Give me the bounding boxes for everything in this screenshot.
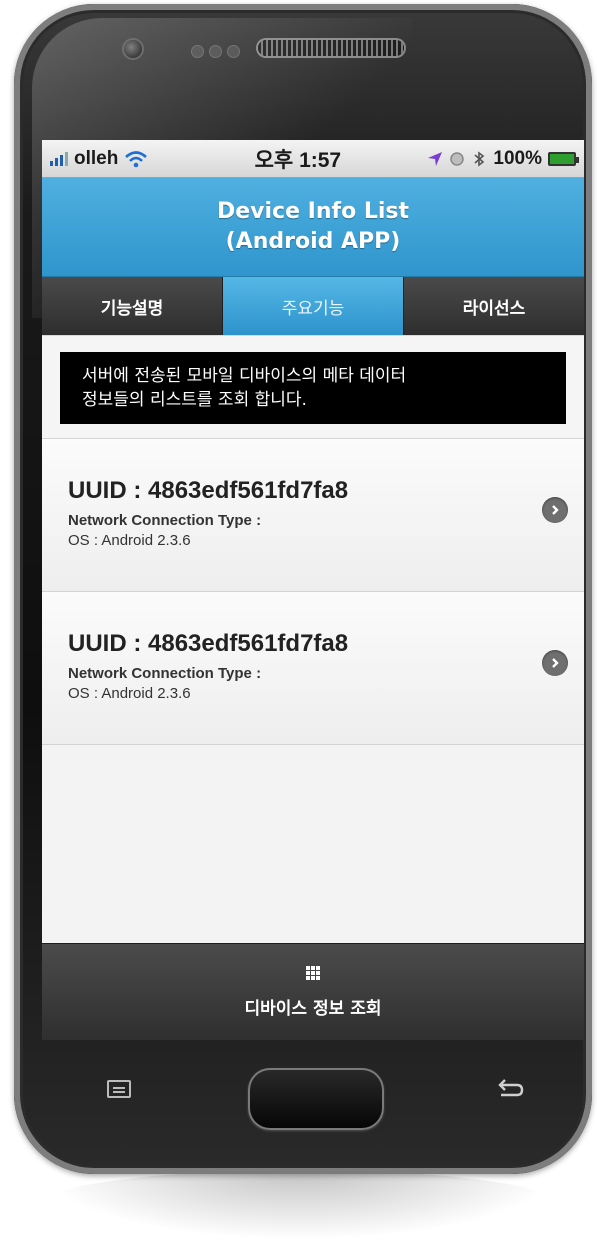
bluetooth-icon: [474, 150, 485, 167]
chevron-right-icon[interactable]: [542, 497, 568, 523]
screen: olleh 오후 1:57 100% Device Info List (And…: [42, 140, 584, 1040]
tab-main-features[interactable]: 주요기능: [223, 277, 404, 335]
battery-icon: [548, 151, 579, 166]
back-key-icon[interactable]: [495, 1076, 525, 1102]
menu-key-icon[interactable]: [107, 1080, 131, 1098]
chevron-right-icon[interactable]: [542, 650, 568, 676]
sensor-dot-icon: [192, 46, 203, 57]
notice-banner: 서버에 전송된 모바일 디바이스의 메타 데이터 정보들의 리스트를 조회 합니…: [60, 352, 566, 424]
device-os: OS : Android 2.3.6: [68, 532, 191, 549]
app-header: Device Info List (Android APP): [42, 178, 584, 277]
front-camera-icon: [124, 40, 142, 58]
status-bar: olleh 오후 1:57 100%: [42, 140, 584, 178]
page-title: Device Info List: [216, 199, 410, 224]
device-uuid: UUID : 4863edf561fd7fa8: [68, 477, 349, 504]
signal-icon: [50, 151, 68, 166]
tab-license[interactable]: 라이선스: [404, 277, 584, 335]
battery-percent: 100%: [493, 147, 542, 169]
sensor-dot-icon: [228, 46, 239, 57]
notice-container: 서버에 전송된 모바일 디바이스의 메타 데이터 정보들의 리스트를 조회 합니…: [42, 336, 584, 439]
notice-line: 서버에 전송된 모바일 디바이스의 메타 데이터: [82, 366, 407, 386]
device-list-item[interactable]: UUID : 4863edf561fd7fa8 Network Connecti…: [42, 439, 584, 592]
phone-reflection: [40, 1170, 560, 1240]
grid-icon: [306, 965, 320, 980]
content-area: 서버에 전송된 모바일 디바이스의 메타 데이터 정보들의 리스트를 조회 합니…: [42, 335, 584, 745]
sensor-dot-icon: [210, 46, 221, 57]
carrier-name: olleh: [74, 147, 119, 169]
footer-label: 디바이스 정보 조회: [244, 998, 382, 1019]
notice-line: 정보들의 리스트를 조회 합니다.: [82, 390, 307, 410]
status-time: 오후 1:57: [254, 148, 342, 172]
tab-feature-description[interactable]: 기능설명: [42, 277, 223, 335]
alarm-icon: [450, 151, 465, 166]
device-os: OS : Android 2.3.6: [68, 685, 191, 702]
device-list-item[interactable]: UUID : 4863edf561fd7fa8 Network Connecti…: [42, 592, 584, 745]
location-icon: [428, 151, 443, 166]
device-uuid: UUID : 4863edf561fd7fa8: [68, 630, 349, 657]
device-network-type: Network Connection Type :: [68, 512, 262, 529]
wifi-icon: [125, 150, 148, 167]
earpiece-speaker: [258, 40, 404, 56]
home-button[interactable]: [248, 1068, 384, 1130]
page-subtitle: (Android APP): [225, 229, 401, 254]
device-network-type: Network Connection Type :: [68, 665, 262, 682]
tab-bar: 기능설명 주요기능 라이선스: [42, 277, 584, 335]
footer-nav-button[interactable]: 디바이스 정보 조회: [42, 943, 584, 1040]
